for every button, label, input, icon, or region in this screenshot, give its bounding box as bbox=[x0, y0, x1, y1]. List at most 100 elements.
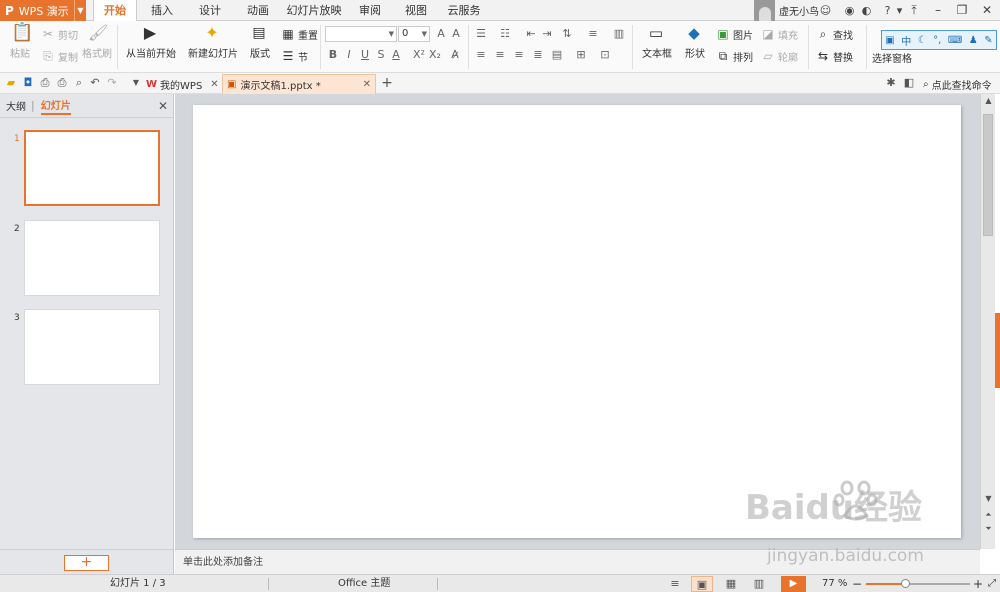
shield-icon[interactable]: ◉ bbox=[842, 3, 857, 18]
zoom-out-icon[interactable]: − bbox=[852, 575, 862, 592]
font-size-select[interactable]: 0 ▼ bbox=[398, 26, 430, 42]
superscript-icon[interactable]: X² bbox=[412, 48, 426, 62]
open-folder-icon[interactable]: ▰ bbox=[4, 76, 18, 90]
undo-icon[interactable]: ↶ bbox=[88, 76, 102, 90]
text-direction-icon[interactable]: ⇅ bbox=[560, 27, 574, 41]
font-color-icon[interactable]: A bbox=[389, 48, 403, 62]
command-search[interactable]: ⌕ 点此查找命令 bbox=[923, 74, 999, 94]
bold-icon[interactable]: B bbox=[326, 48, 340, 62]
replace-button[interactable]: ⇆ 替换 bbox=[815, 48, 853, 64]
close-icon[interactable]: ✕ bbox=[363, 79, 371, 90]
fullscreen-icon[interactable]: ⤒ bbox=[903, 0, 925, 21]
reading-view-icon[interactable]: ▥ bbox=[748, 576, 770, 592]
next-slide-icon[interactable]: ⏷ bbox=[981, 524, 996, 534]
selection-pane-button[interactable]: 选择窗格 bbox=[872, 50, 912, 65]
tab-review[interactable]: 审阅 bbox=[352, 0, 388, 21]
punctuation-icon[interactable]: °, bbox=[933, 35, 941, 46]
increase-indent-icon[interactable]: ⇥ bbox=[540, 27, 554, 41]
arrange-button[interactable]: ⧉ 排列 bbox=[715, 48, 753, 64]
decrease-indent-icon[interactable]: ⇤ bbox=[524, 27, 538, 41]
tab-home[interactable]: 开始 bbox=[93, 0, 137, 22]
current-slide[interactable] bbox=[193, 105, 961, 538]
close-icon[interactable]: ✕ bbox=[210, 79, 218, 90]
section-button[interactable]: ☰ 节 bbox=[280, 48, 308, 64]
format-painter-button[interactable]: 🖌 格式刷 bbox=[82, 25, 112, 61]
export-pdf-icon[interactable]: ⎙ bbox=[38, 76, 52, 90]
tab-cloud-services[interactable]: 云服务 bbox=[443, 0, 485, 21]
justify-icon[interactable]: ≣ bbox=[531, 48, 545, 62]
moon-icon[interactable]: ☾ bbox=[918, 35, 927, 46]
play-slideshow-button[interactable]: ▶ bbox=[781, 576, 806, 592]
vertical-align-icon[interactable]: ⊞ bbox=[574, 48, 588, 62]
slide-thumbnail-2[interactable] bbox=[24, 220, 160, 296]
slide-sorter-icon[interactable]: ▦ bbox=[720, 576, 742, 592]
paste-button[interactable]: 📋 粘贴 bbox=[8, 24, 33, 61]
tab-outline[interactable]: 大纲 bbox=[6, 98, 26, 113]
side-panel-toggle[interactable] bbox=[995, 313, 1000, 388]
normal-view-icon[interactable]: ▣ bbox=[691, 576, 713, 592]
distribute-icon[interactable]: ▤ bbox=[550, 48, 564, 62]
align-center-icon[interactable]: ≡ bbox=[493, 48, 507, 62]
skin-icon[interactable]: ☺ bbox=[818, 3, 833, 18]
scrollbar-thumb[interactable] bbox=[983, 114, 993, 236]
print-icon[interactable]: ⎙ bbox=[55, 76, 69, 90]
share-icon[interactable]: ◐ bbox=[859, 3, 874, 18]
notes-toggle-icon[interactable]: ≡ bbox=[664, 576, 686, 592]
tab-animation[interactable]: 动画 bbox=[240, 0, 276, 21]
from-current-slide-button[interactable]: ▶ 从当前开始 bbox=[123, 25, 179, 61]
chinese-mode-label[interactable]: 中 bbox=[901, 33, 911, 48]
layout-button[interactable]: ▤ 版式 bbox=[247, 25, 273, 60]
zoom-slider-handle[interactable] bbox=[901, 579, 910, 588]
fit-window-icon[interactable]: ⤢ bbox=[988, 575, 996, 592]
new-tab-plus-icon[interactable]: + bbox=[380, 76, 394, 90]
user-name[interactable]: 虚无小鸟 bbox=[779, 3, 819, 18]
zoom-slider[interactable] bbox=[866, 579, 970, 588]
decrease-font-icon[interactable]: A bbox=[449, 27, 463, 41]
textbox-button[interactable]: ▭ 文本框 bbox=[638, 25, 676, 60]
numbering-icon[interactable]: ☷ bbox=[498, 27, 512, 41]
chevron-down-icon[interactable]: ▼ bbox=[74, 0, 86, 21]
user-account[interactable]: 虚无小鸟 bbox=[754, 0, 819, 21]
close-icon[interactable]: ✕ bbox=[158, 99, 168, 113]
app-menu-button[interactable]: P WPS 演示 ▼ bbox=[0, 0, 86, 21]
wrench-icon[interactable]: ✎ bbox=[984, 35, 992, 46]
input-method-toolbar[interactable]: ▣ 中 ☾ °, ⌨ ♟ ✎ bbox=[881, 30, 997, 50]
shadow-icon[interactable]: S bbox=[374, 48, 388, 62]
increase-font-icon[interactable]: A bbox=[434, 27, 448, 41]
pin-icon[interactable]: ✱ bbox=[884, 76, 898, 90]
tab-design[interactable]: 设计 bbox=[192, 0, 228, 21]
columns-icon[interactable]: ▥ bbox=[612, 27, 626, 41]
underline-icon[interactable]: U bbox=[358, 48, 372, 62]
chevron-down-icon[interactable]: ▼ bbox=[129, 76, 143, 90]
scroll-down-icon[interactable]: ▼ bbox=[981, 494, 996, 503]
italic-icon[interactable]: I bbox=[342, 48, 356, 62]
save-icon[interactable]: ◘ bbox=[21, 76, 35, 90]
restore-button[interactable]: ❐ bbox=[951, 0, 973, 21]
subscript-icon[interactable]: X₂ bbox=[428, 48, 442, 62]
tab-insert[interactable]: 插入 bbox=[144, 0, 180, 21]
feedback-icon[interactable]: ◧ bbox=[902, 76, 916, 90]
user-icon[interactable]: ♟ bbox=[969, 35, 978, 46]
notes-area[interactable]: 单击此处添加备注 bbox=[175, 549, 980, 574]
cut-button[interactable]: ✂ 剪切 bbox=[40, 26, 78, 42]
scroll-up-icon[interactable]: ▲ bbox=[981, 96, 996, 105]
tab-slides[interactable]: 幻灯片 bbox=[40, 97, 71, 115]
redo-icon[interactable]: ↷ bbox=[105, 76, 119, 90]
new-slide-button[interactable]: ✦ 新建幻灯片 bbox=[185, 25, 241, 61]
keyboard-icon[interactable]: ⌨ bbox=[948, 35, 962, 46]
zoom-in-icon[interactable]: + bbox=[973, 575, 983, 592]
clear-format-icon[interactable]: A̷ bbox=[448, 48, 462, 62]
print-preview-icon[interactable]: ⌕ bbox=[72, 76, 86, 90]
font-name-select[interactable]: ▼ bbox=[325, 26, 397, 42]
doc-tab-presentation[interactable]: ▣ 演示文稿1.pptx * ✕ bbox=[222, 74, 376, 94]
close-button[interactable]: ✕ bbox=[976, 0, 998, 21]
tab-view[interactable]: 视图 bbox=[398, 0, 434, 21]
align-right-icon[interactable]: ≡ bbox=[512, 48, 526, 62]
tab-slideshow[interactable]: 幻灯片放映 bbox=[284, 0, 344, 21]
doc-tab-my-wps[interactable]: W 我的WPS ✕ bbox=[146, 74, 220, 94]
find-button[interactable]: ⌕ 查找 bbox=[815, 26, 853, 42]
smartart-icon[interactable]: ⊡ bbox=[598, 48, 612, 62]
fill-button[interactable]: ◪ 填充 bbox=[760, 26, 798, 42]
avatar[interactable] bbox=[754, 0, 775, 21]
bullets-icon[interactable]: ☰ bbox=[474, 27, 488, 41]
